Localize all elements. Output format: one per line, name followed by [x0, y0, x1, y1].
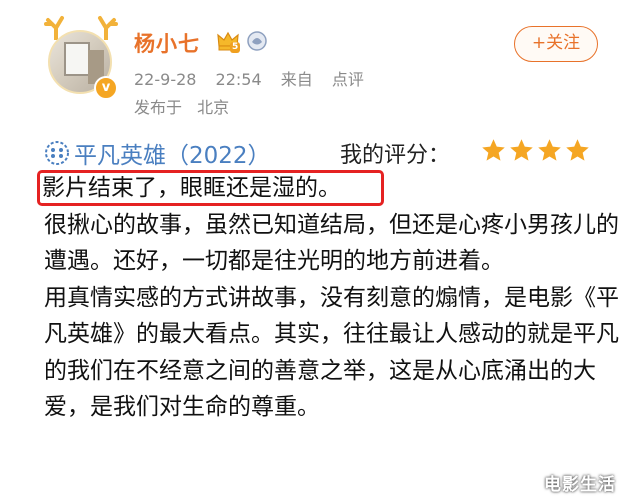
- movie-title[interactable]: 平凡英雄（2022）: [74, 136, 271, 170]
- review-paragraph-2: 用真情实感的方式讲故事，没有刻意的煽情，是电影《平凡英雄》的最大看点。其实，往往…: [44, 284, 619, 421]
- review-paragraph-1: 很揪心的故事，虽然已知道结局，但还是心疼小男孩儿的遭遇。还好，一切都是往光明的地…: [44, 211, 619, 275]
- post-time: 22:54: [215, 70, 262, 89]
- post-source[interactable]: 点评: [332, 70, 364, 89]
- location-name: 北京: [197, 98, 230, 117]
- highlighted-sentence: 影片结束了，眼眶还是湿的。: [37, 170, 384, 206]
- movie-reel-icon: [45, 141, 69, 165]
- user-level-badge: 5: [230, 42, 241, 53]
- username[interactable]: 杨小七: [134, 28, 200, 58]
- star-icon: [566, 139, 589, 161]
- source-prefix: 来自: [280, 70, 313, 89]
- star-icon: [538, 139, 561, 161]
- location-prefix: 发布于: [134, 98, 183, 117]
- rating-stars: [480, 137, 592, 164]
- avatar[interactable]: v: [40, 12, 120, 100]
- post-date: 22-9-28: [134, 70, 197, 89]
- star-icon: [482, 139, 505, 161]
- follow-button[interactable]: +关注: [514, 26, 598, 62]
- verified-badge-icon: v: [94, 76, 118, 100]
- post-location: 发布于 北京: [134, 94, 239, 118]
- watermark: 电影生活: [544, 475, 616, 495]
- star-icon: [510, 139, 533, 161]
- rating-label: 我的评分：: [340, 143, 451, 168]
- review-body: 影片结束了，眼眶还是湿的。 很揪心的故事，虽然已知道结局，但还是心疼小男孩儿的遭…: [37, 170, 624, 426]
- medal-icon: [247, 31, 267, 51]
- post-meta: 22-9-28 22:54 来自 点评: [134, 66, 378, 90]
- movie-link[interactable]: 平凡英雄（2022）: [44, 136, 271, 170]
